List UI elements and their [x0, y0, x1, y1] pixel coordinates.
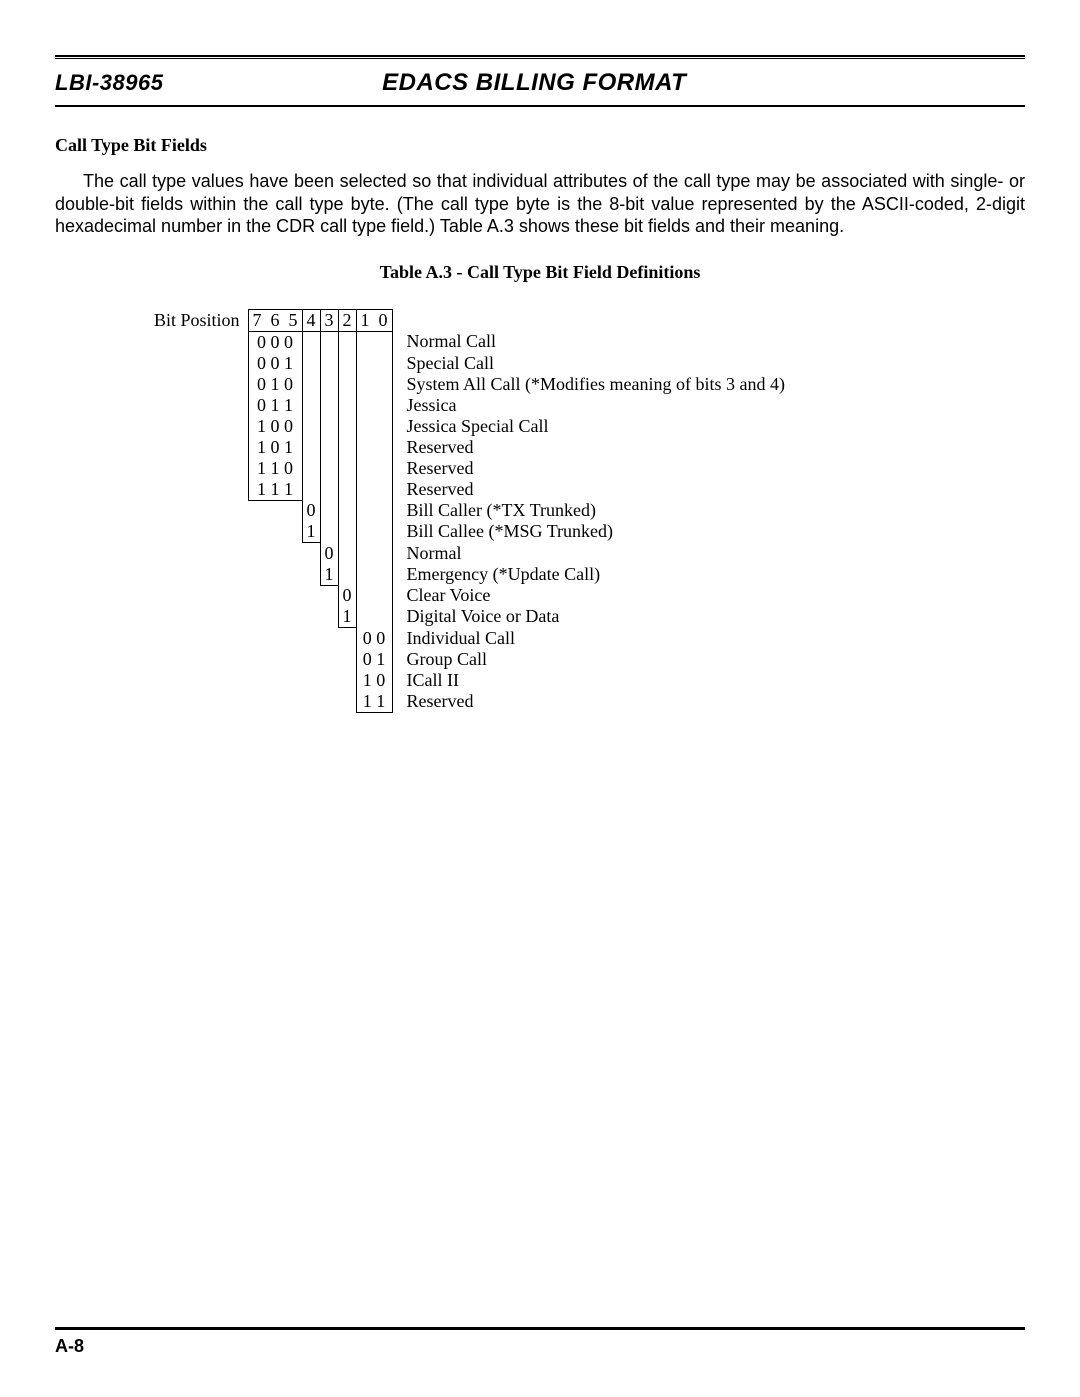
page-number: A-8 [55, 1336, 1025, 1357]
row-label: Bill Caller (*TX Trunked) [392, 500, 785, 521]
row-label: Normal Call [392, 331, 785, 353]
row-bits: 0 1 [356, 649, 392, 670]
paragraph-text: The call type values have been selected … [55, 171, 1025, 236]
top-rule [55, 55, 1025, 59]
row-label: ICall II [392, 670, 785, 691]
row-label: System All Call (*Modifies meaning of bi… [392, 374, 785, 395]
bit-header-10: 1 0 [356, 309, 392, 331]
row-bits: 1 [338, 606, 356, 628]
row-label: Clear Voice [392, 585, 785, 606]
row-label: Reserved [392, 458, 785, 479]
row-label: Reserved [392, 479, 785, 501]
row-label: Jessica [392, 395, 785, 416]
row-bits: 1 1 [356, 691, 392, 713]
page-header: LBI-38965 EDACS BILLING FORMAT [55, 65, 1025, 107]
row-label: Emergency (*Update Call) [392, 564, 785, 586]
row-label: Jessica Special Call [392, 416, 785, 437]
row-bits: 1 1 0 [248, 458, 302, 479]
row-bits: 0 [338, 585, 356, 606]
row-bits: 0 1 0 [248, 374, 302, 395]
row-label: Reserved [392, 691, 785, 713]
row-bits: 0 0 1 [248, 353, 302, 374]
doc-title: EDACS BILLING FORMAT [43, 69, 1025, 97]
row-bits: 1 [302, 521, 320, 543]
row-bits: 1 [320, 564, 338, 586]
row-label: Special Call [392, 353, 785, 374]
row-bits: 1 0 0 [248, 416, 302, 437]
row-bits: 0 0 [356, 628, 392, 649]
row-bits: 1 0 [356, 670, 392, 691]
row-label: Normal [392, 543, 785, 564]
bit-header-765: 7 6 5 [248, 309, 302, 331]
bit-position-label: Bit Position [150, 309, 248, 331]
row-label: Bill Callee (*MSG Trunked) [392, 521, 785, 543]
row-bits: 1 1 1 [248, 479, 302, 501]
section-heading: Call Type Bit Fields [55, 135, 1025, 156]
table-caption: Table A.3 - Call Type Bit Field Definiti… [55, 262, 1025, 283]
row-bits: 0 0 0 [248, 331, 302, 353]
bit-header-2: 2 [338, 309, 356, 331]
row-bits: 0 [320, 543, 338, 564]
row-bits: 0 [302, 500, 320, 521]
bit-header-4: 4 [302, 309, 320, 331]
page-footer: A-8 [55, 1327, 1025, 1357]
bit-table: Bit Position 7 6 5 4 3 2 1 0 0 0 0 Norma… [150, 309, 1025, 713]
bit-header-3: 3 [320, 309, 338, 331]
row-label: Digital Voice or Data [392, 606, 785, 628]
row-label: Group Call [392, 649, 785, 670]
row-label: Individual Call [392, 628, 785, 649]
row-bits: 0 1 1 [248, 395, 302, 416]
section-paragraph: The call type values have been selected … [55, 170, 1025, 238]
row-bits: 1 0 1 [248, 437, 302, 458]
row-label: Reserved [392, 437, 785, 458]
